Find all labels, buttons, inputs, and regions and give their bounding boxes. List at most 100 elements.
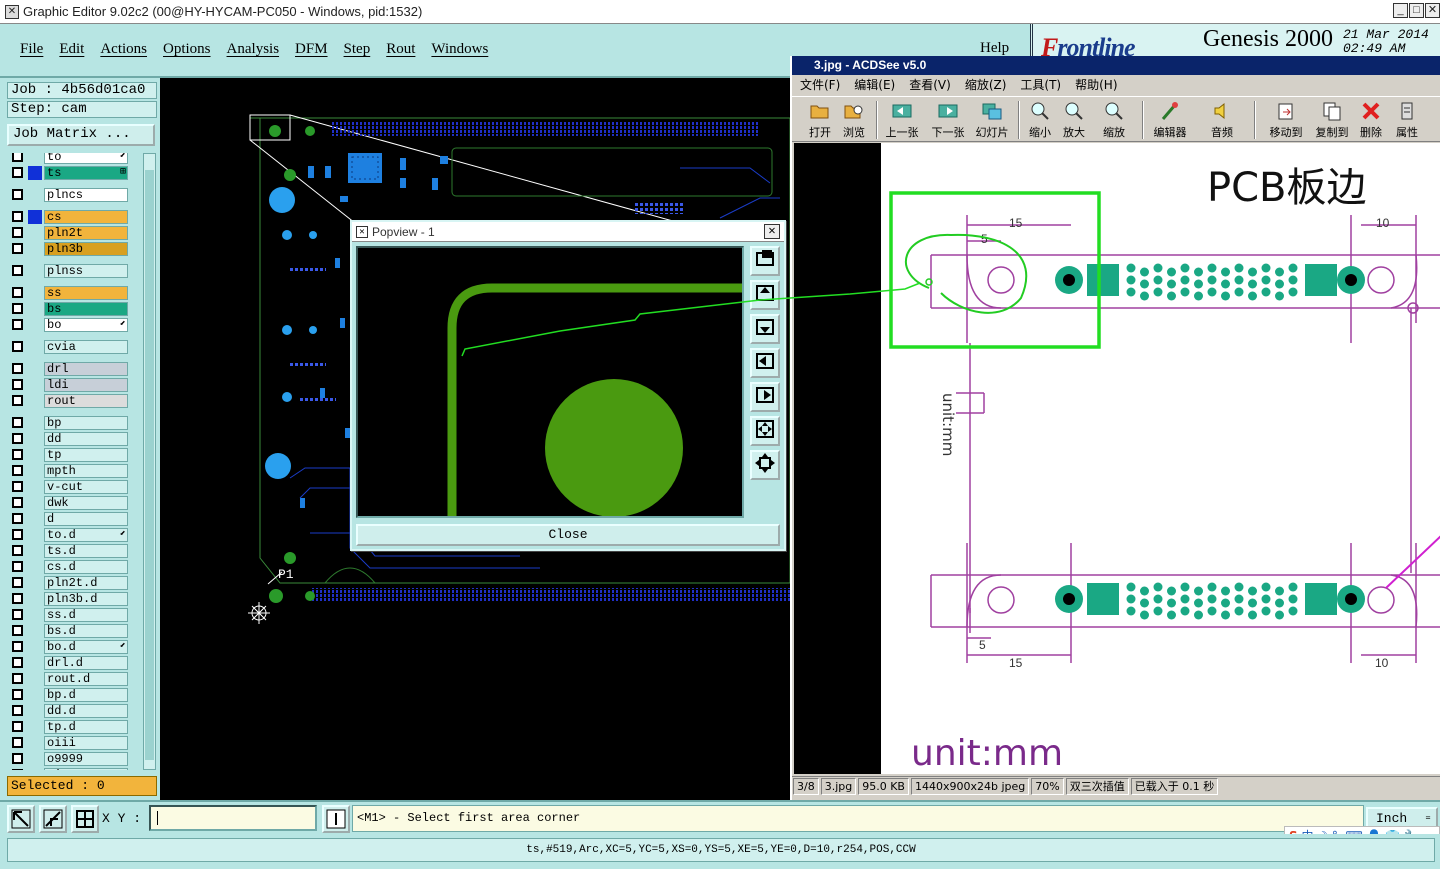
layer-checkbox[interactable] xyxy=(12,609,23,620)
layer-name[interactable]: tp.d xyxy=(44,720,128,734)
pan-up-icon[interactable] xyxy=(750,280,780,310)
layer-affected-swatch[interactable] xyxy=(28,656,42,670)
layer-checkbox[interactable] xyxy=(12,769,23,770)
layer-affected-swatch[interactable] xyxy=(28,166,42,180)
layer-name[interactable]: bs xyxy=(44,302,128,316)
layer-checkbox[interactable] xyxy=(12,363,23,374)
layer-affected-swatch[interactable] xyxy=(28,416,42,430)
layer-row[interactable]: bo.d ⬋ xyxy=(8,640,128,654)
layer-checkbox[interactable] xyxy=(12,341,23,352)
zoom-out-button[interactable]: 缩小 xyxy=(1026,99,1054,141)
layer-checkbox[interactable] xyxy=(12,657,23,668)
layer-name[interactable]: tp xyxy=(44,448,128,462)
layer-row[interactable]: rout xyxy=(8,394,128,408)
menu-dfm[interactable]: DFM xyxy=(287,41,336,58)
layer-name[interactable]: o9999 xyxy=(44,752,128,766)
layer-affected-swatch[interactable] xyxy=(28,378,42,392)
layer-checkbox[interactable] xyxy=(12,529,23,540)
layer-name[interactable]: drl.d xyxy=(44,656,128,670)
menu-help[interactable]: Help xyxy=(980,40,1009,57)
acd-menu-file[interactable]: 文件(F) xyxy=(792,75,846,95)
layer-checkbox[interactable] xyxy=(12,481,23,492)
layer-name[interactable]: pln2t.d xyxy=(44,576,128,590)
layer-row[interactable]: mpth xyxy=(8,464,128,478)
layer-name[interactable]: ss.d xyxy=(44,608,128,622)
layer-row[interactable]: ss.d xyxy=(8,608,128,622)
layer-affected-swatch[interactable] xyxy=(28,302,42,316)
layer-row[interactable]: o9999 xyxy=(8,752,128,766)
menu-rout[interactable]: Rout xyxy=(378,41,423,58)
layer-checkbox[interactable] xyxy=(12,641,23,652)
acd-menu-view[interactable]: 查看(V) xyxy=(901,75,957,95)
layer-checkbox[interactable] xyxy=(12,465,23,476)
next-button[interactable]: 下一张 xyxy=(928,99,968,141)
layer-row[interactable]: ss xyxy=(8,286,128,300)
layer-name[interactable]: rout xyxy=(44,394,128,408)
menu-edit[interactable]: Edit xyxy=(51,41,92,58)
maximize-button[interactable]: □ xyxy=(1409,3,1424,18)
layer-affected-swatch[interactable] xyxy=(28,592,42,606)
layer-row[interactable]: bp.d xyxy=(8,688,128,702)
layer-row[interactable]: miu xyxy=(8,768,128,770)
layer-affected-swatch[interactable] xyxy=(28,318,42,332)
layer-checkbox[interactable] xyxy=(12,545,23,556)
layer-row[interactable]: plnss xyxy=(8,264,128,278)
layer-row[interactable]: dd xyxy=(8,432,128,446)
menu-file[interactable]: File xyxy=(12,41,51,58)
layer-affected-swatch[interactable] xyxy=(28,264,42,278)
layer-affected-swatch[interactable] xyxy=(28,188,42,202)
layer-row[interactable]: bs xyxy=(8,302,128,316)
layer-name[interactable]: dd xyxy=(44,432,128,446)
layer-row[interactable]: rout.d xyxy=(8,672,128,686)
zoom-button[interactable]: 缩放 xyxy=(1096,99,1132,141)
acd-menu-edit[interactable]: 编辑(E) xyxy=(846,75,901,95)
zoom-in-button[interactable]: 放大 xyxy=(1060,99,1088,141)
layer-row[interactable]: oiii xyxy=(8,736,128,750)
layer-name[interactable]: plncs xyxy=(44,188,128,202)
layer-affected-swatch[interactable] xyxy=(28,362,42,376)
layer-affected-swatch[interactable] xyxy=(28,464,42,478)
layer-affected-swatch[interactable] xyxy=(28,512,42,526)
minimize-button[interactable]: _ xyxy=(1393,3,1408,18)
layer-checkbox[interactable] xyxy=(12,593,23,604)
layer-affected-swatch[interactable] xyxy=(28,640,42,654)
layer-row[interactable]: drl xyxy=(8,362,128,376)
layer-checkbox[interactable] xyxy=(12,287,23,298)
layer-affected-swatch[interactable] xyxy=(28,496,42,510)
popview-close-button[interactable]: Close xyxy=(356,524,780,546)
layer-affected-swatch[interactable] xyxy=(28,153,42,164)
info-icon[interactable] xyxy=(322,805,350,833)
layer-affected-swatch[interactable] xyxy=(28,448,42,462)
layer-name[interactable]: drl xyxy=(44,362,128,376)
layer-checkbox[interactable] xyxy=(12,167,23,178)
copy-to-button[interactable]: 复制到 xyxy=(1312,99,1352,141)
layer-affected-swatch[interactable] xyxy=(28,286,42,300)
layer-name[interactable]: miu xyxy=(44,768,128,770)
layer-checkbox[interactable] xyxy=(12,319,23,330)
layer-row[interactable]: dwk xyxy=(8,496,128,510)
layer-name[interactable]: pln3b xyxy=(44,242,128,256)
cursor-mode-icon[interactable] xyxy=(7,805,35,833)
layer-affected-swatch[interactable] xyxy=(28,624,42,638)
layer-name[interactable]: bo xyxy=(44,318,128,332)
acd-menu-help[interactable]: 帮助(H) xyxy=(1067,75,1123,95)
layer-name[interactable]: cs xyxy=(44,210,128,224)
layer-name[interactable]: rout.d xyxy=(44,672,128,686)
layer-name[interactable]: bs.d xyxy=(44,624,128,638)
layer-row[interactable]: cvia xyxy=(8,340,128,354)
layer-name[interactable]: dwk xyxy=(44,496,128,510)
layer-scrollbar[interactable] xyxy=(143,153,156,770)
layer-row[interactable]: pln3b xyxy=(8,242,128,256)
layer-checkbox[interactable] xyxy=(12,265,23,276)
move-to-button[interactable]: 移动到 xyxy=(1266,99,1306,141)
popview-close-icon[interactable]: ✕ xyxy=(764,224,780,239)
layer-affected-swatch[interactable] xyxy=(28,242,42,256)
pan-left-icon[interactable] xyxy=(750,348,780,378)
layer-checkbox[interactable] xyxy=(12,433,23,444)
layer-affected-swatch[interactable] xyxy=(28,210,42,224)
layer-name[interactable]: ts.d xyxy=(44,544,128,558)
previous-button[interactable]: 上一张 xyxy=(882,99,922,141)
menu-analysis[interactable]: Analysis xyxy=(219,41,288,58)
layer-row[interactable]: d xyxy=(8,512,128,526)
layer-row[interactable]: ts.d xyxy=(8,544,128,558)
